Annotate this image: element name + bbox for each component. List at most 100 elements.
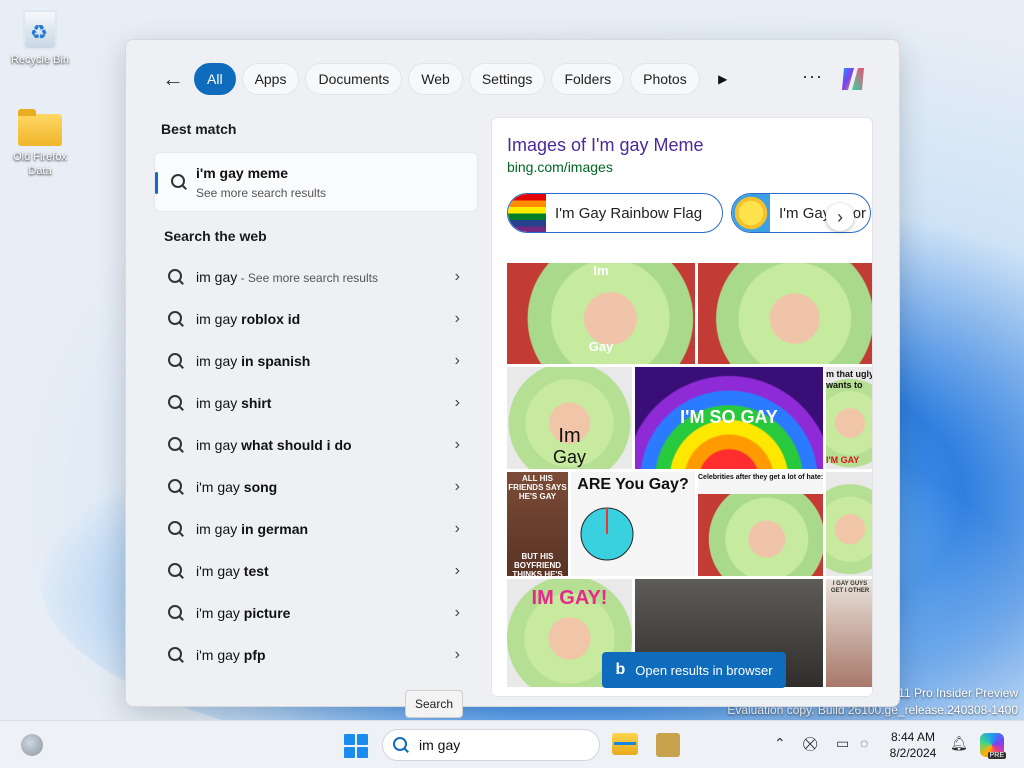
display-icon[interactable]: ▭ xyxy=(836,735,849,752)
filter-apps[interactable]: Apps xyxy=(241,63,300,95)
chevron-right-icon: › xyxy=(454,436,460,453)
notification-bell-icon[interactable]: 🔔︎ xyxy=(950,735,968,752)
copilot-icon[interactable] xyxy=(838,64,868,94)
image-result[interactable]: ARE You Gay? xyxy=(571,472,695,576)
open-results-label: Open results in browser xyxy=(635,662,773,678)
best-match-title: i'm gay meme xyxy=(196,165,289,181)
web-suggestion[interactable]: i'm gay test › xyxy=(154,551,474,591)
search-icon xyxy=(171,174,187,190)
image-result[interactable]: Im Gay xyxy=(507,367,632,469)
image-caption: Im xyxy=(558,425,581,447)
image-caption: wants to xyxy=(826,380,863,390)
copilot-taskbar-icon[interactable]: PRE xyxy=(980,733,1006,759)
desktop-icon-recycle-bin[interactable]: Recycle Bin xyxy=(0,10,80,66)
play-icon: ▶ xyxy=(718,72,728,86)
system-clock[interactable]: 8:44 AM 8/2/2024 xyxy=(882,729,944,761)
pills-next-button[interactable]: › xyxy=(826,203,854,231)
search-flyout: ← All Apps Documents Web Settings Folder… xyxy=(125,39,900,707)
image-result[interactable]: I'M SO GAY xyxy=(635,367,823,469)
suggestion-prefix: i'm gay xyxy=(196,647,244,663)
store-bag-icon[interactable] xyxy=(656,733,680,757)
search-icon xyxy=(168,353,184,369)
back-button[interactable]: ← xyxy=(156,63,190,95)
image-result[interactable]: ALL HIS FRIENDS SAYS HE'S GAY BUT HIS BO… xyxy=(507,472,568,576)
web-suggestion[interactable]: i'm gay picture › xyxy=(154,593,474,633)
image-caption: Celebrities after they get a lot of hate… xyxy=(698,474,823,481)
pill-label: I'm Gay Rainbow Flag xyxy=(555,204,703,222)
search-icon xyxy=(168,269,184,285)
preview-title-link[interactable]: Images of I'm gay Meme xyxy=(507,135,704,156)
image-result[interactable] xyxy=(826,472,872,576)
suggestion-suffix: shirt xyxy=(241,395,272,411)
preview-badge: PRE xyxy=(987,752,1006,759)
image-caption: I GAY GUYS GET I OTHER xyxy=(830,581,870,594)
suggestion-suffix: roblox id xyxy=(241,311,301,327)
suggestion-prefix: im gay xyxy=(196,395,242,411)
web-suggestion[interactable]: im gay in spanish › xyxy=(154,341,474,381)
show-hidden-icons-chevron-icon[interactable]: ⌃ xyxy=(774,735,786,752)
image-caption: I'M SO GAY xyxy=(680,407,778,427)
web-suggestion[interactable]: i'm gay song › xyxy=(154,467,474,507)
image-caption: BUT HIS BOYFRIEND THINKS HE'S GAY xyxy=(512,552,563,576)
filter-settings[interactable]: Settings xyxy=(468,63,546,95)
network-disconnected-icon[interactable]: ⛒ xyxy=(803,735,817,752)
suggestion-prefix: im gay xyxy=(196,521,242,537)
filter-folders[interactable]: Folders xyxy=(551,63,625,95)
image-result[interactable]: m that ugly wants to I'M GAY xyxy=(826,367,873,469)
file-explorer-icon[interactable] xyxy=(612,733,638,755)
filter-photos[interactable]: Photos xyxy=(630,63,700,95)
desktop-icon-old-firefox-data[interactable]: Old Firefox Data xyxy=(0,108,80,178)
suggestion-prefix: im gay xyxy=(196,269,238,285)
search-icon xyxy=(393,737,409,753)
filter-web[interactable]: Web xyxy=(408,63,463,95)
web-suggestion[interactable]: i'm gay pfp › xyxy=(154,635,474,675)
taskbar-search-input[interactable] xyxy=(419,737,589,753)
related-search-pill[interactable]: I'm Gay Rainbow Flag xyxy=(507,193,723,233)
spongebob-thumbnail xyxy=(732,194,770,232)
search-icon xyxy=(168,311,184,327)
open-results-in-browser-button[interactable]: b Open results in browser xyxy=(602,652,786,688)
best-match-result[interactable]: i'm gay meme See more search results xyxy=(154,152,478,212)
image-photo xyxy=(698,494,823,576)
taskbar-search-box[interactable] xyxy=(382,729,600,761)
filter-scroll-button[interactable]: ▶ xyxy=(708,63,738,95)
web-suggestion[interactable]: im gay what should i do › xyxy=(154,425,474,465)
image-caption: Gay xyxy=(552,447,586,467)
image-caption: m that ugly xyxy=(826,369,873,379)
volume-icon[interactable]: ◌ xyxy=(860,735,868,751)
suggestion-suffix: picture xyxy=(243,605,291,621)
image-result[interactable]: Celebrities after they get a lot of hate… xyxy=(698,472,823,576)
best-match-subtitle: See more search results xyxy=(196,186,327,200)
widgets-icon[interactable] xyxy=(21,734,43,756)
web-suggestion[interactable]: im gay roblox id › xyxy=(154,299,474,339)
search-web-heading: Search the web xyxy=(164,228,267,244)
chevron-right-icon: › xyxy=(454,478,460,495)
search-icon xyxy=(168,563,184,579)
chevron-right-icon: › xyxy=(454,310,460,327)
web-suggestion[interactable]: im gay - See more search results › xyxy=(154,257,474,297)
image-result[interactable]: I GAY GUYS GET I OTHER xyxy=(826,579,872,687)
web-suggestion[interactable]: im gay in german › xyxy=(154,509,474,549)
chevron-right-icon: › xyxy=(837,206,843,227)
search-icon xyxy=(168,437,184,453)
web-suggestion[interactable]: im gay shirt › xyxy=(154,383,474,423)
image-caption: Gay xyxy=(588,339,614,354)
search-icon xyxy=(168,395,184,411)
clock-time: 8:44 AM xyxy=(890,730,936,744)
filter-all[interactable]: All xyxy=(194,63,236,95)
suggestion-suffix: what should i do xyxy=(241,437,352,453)
filter-documents[interactable]: Documents xyxy=(305,63,403,95)
search-tooltip: Search xyxy=(405,690,464,718)
more-options-button[interactable]: ··· xyxy=(802,66,823,87)
start-button[interactable] xyxy=(344,734,368,758)
image-result[interactable]: Im Gay xyxy=(507,263,695,364)
pie-chart-thumbnail xyxy=(580,507,634,561)
image-results-grid: Im Gay Im Gay I'M SO GAY m that ugly wan… xyxy=(507,263,873,687)
preview-source-url[interactable]: bing.com/images xyxy=(507,159,613,175)
image-caption: IM GAY! xyxy=(531,587,608,609)
watermark-line1: 11 Pro Insider Preview xyxy=(898,686,1018,700)
image-result[interactable] xyxy=(698,263,872,364)
image-caption: I'M GAY xyxy=(826,455,860,465)
taskbar: ⌃ ⛒ ▭ ◌ 8:44 AM 8/2/2024 🔔︎ PRE xyxy=(0,720,1024,768)
best-match-heading: Best match xyxy=(161,121,237,137)
